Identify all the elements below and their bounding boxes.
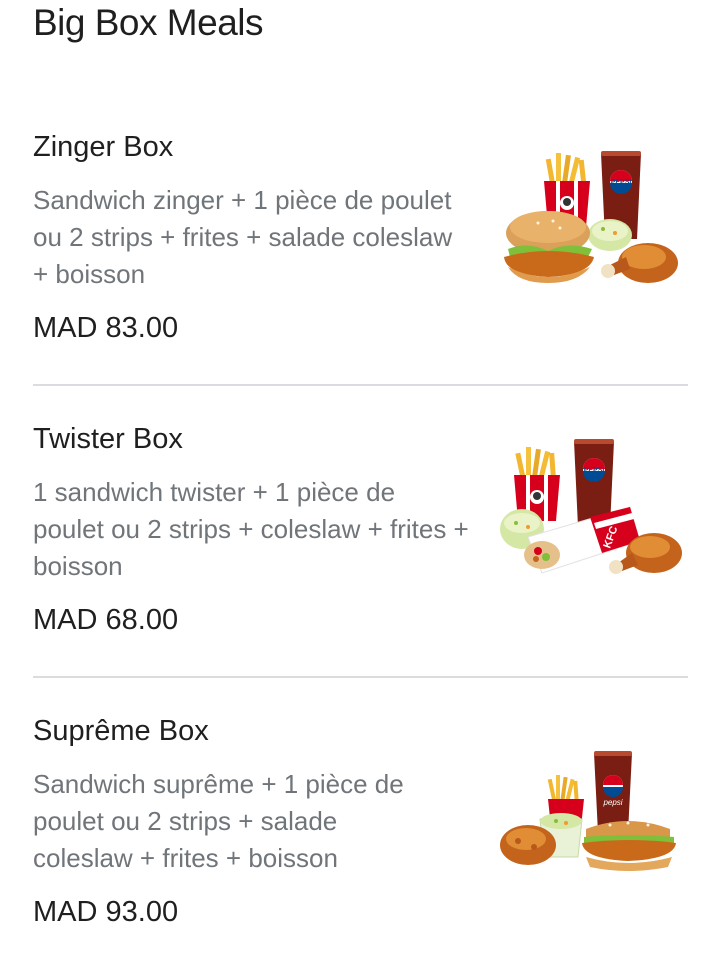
svg-text:pepsi: pepsi — [602, 798, 622, 807]
zinger-box-meal-photo[interactable]: PEPSI — [498, 145, 688, 295]
supreme-sandwich-icon — [582, 821, 676, 871]
item-description: 1 sandwich twister + 1 pièce de poulet o… — [33, 477, 469, 581]
fried-chicken-icon — [500, 825, 556, 865]
item-name: Twister Box — [33, 423, 183, 455]
pepsi-cup-icon: pepsi — [594, 751, 632, 833]
menu-item-supreme-box[interactable]: Suprême Box Sandwich suprême + 1 pièce d… — [33, 704, 688, 949]
item-price: MAD 83.00 — [33, 312, 179, 344]
item-description: Sandwich zinger + 1 pièce de poulet ou 2… — [33, 185, 453, 289]
item-description: Sandwich suprême + 1 pièce de poulet ou … — [33, 769, 404, 873]
svg-text:PEPSI: PEPSI — [584, 467, 605, 474]
twister-box-meal-photo[interactable]: PEPSI KFC — [498, 437, 688, 587]
item-name: Suprême Box — [33, 715, 209, 747]
menu-item-zinger-box[interactable]: Zinger Box Sandwich zinger + 1 pièce de … — [33, 120, 688, 385]
item-price: MAD 68.00 — [33, 604, 179, 636]
item-price: MAD 93.00 — [33, 896, 179, 928]
item-name: Zinger Box — [33, 131, 174, 163]
section-title: Big Box Meals — [33, 2, 264, 43]
divider — [33, 384, 688, 386]
burger-icon — [504, 211, 594, 283]
divider — [33, 676, 688, 678]
coleslaw-icon — [588, 219, 632, 251]
svg-text:PEPSI: PEPSI — [611, 179, 632, 186]
supreme-box-meal-photo[interactable]: pepsi — [498, 729, 688, 879]
menu-item-twister-box[interactable]: Twister Box 1 sandwich twister + 1 pièce… — [33, 412, 688, 677]
